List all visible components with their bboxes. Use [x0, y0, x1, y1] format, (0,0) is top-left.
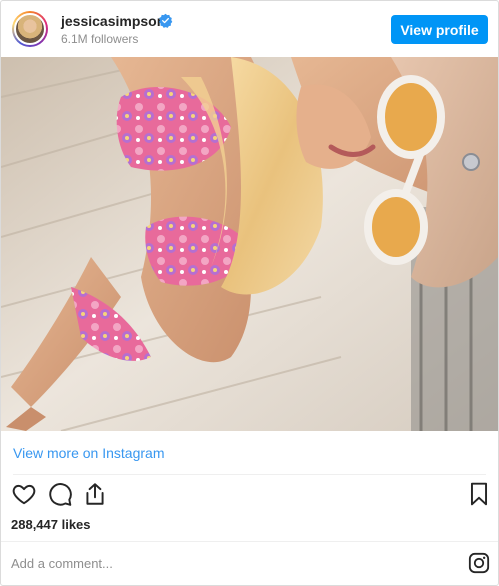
divider [13, 474, 486, 475]
share-icon[interactable] [82, 481, 108, 507]
avatar[interactable] [12, 11, 48, 47]
post-header: jessicasimpson 6.1M followers View profi… [1, 1, 498, 57]
post-photo[interactable] [1, 57, 498, 431]
instagram-logo-icon[interactable] [468, 552, 490, 574]
post-photo-illustration [1, 57, 498, 431]
divider [1, 541, 498, 542]
username[interactable]: jessicasimpson [61, 13, 165, 29]
avatar-image [14, 13, 46, 45]
view-more-on-instagram-link[interactable]: View more on Instagram [13, 445, 164, 461]
bookmark-icon[interactable] [466, 481, 492, 507]
view-profile-button[interactable]: View profile [391, 15, 488, 44]
follower-count: 6.1M followers [61, 32, 139, 46]
verified-badge-icon [159, 13, 173, 28]
comment-icon[interactable] [47, 481, 73, 507]
comment-input[interactable] [11, 553, 451, 573]
instagram-embed-card: jessicasimpson 6.1M followers View profi… [0, 0, 499, 586]
post-actions [1, 481, 498, 511]
like-count[interactable]: 288,447 likes [11, 517, 91, 532]
heart-icon[interactable] [11, 481, 37, 507]
